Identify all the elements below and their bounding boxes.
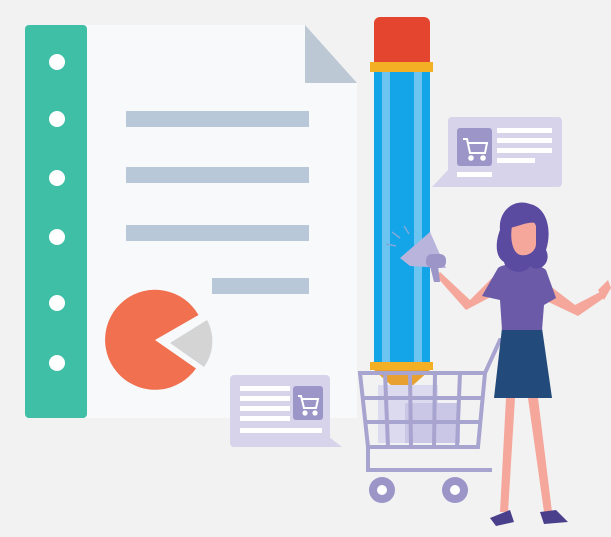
binder-hole	[49, 229, 65, 245]
text-line	[126, 167, 309, 183]
binder-hole	[49, 170, 65, 186]
bubble-line	[240, 396, 290, 401]
pencil	[370, 17, 433, 395]
woman-shoe	[490, 510, 514, 526]
cart-wheel	[369, 477, 395, 503]
pencil-band	[370, 62, 433, 72]
document-fold	[305, 25, 357, 83]
bubble-line	[240, 406, 290, 411]
pencil-eraser	[374, 17, 430, 67]
cart-wheel	[442, 477, 468, 503]
pencil-stripe	[414, 72, 422, 367]
bubble-line	[240, 386, 290, 391]
bubble-line	[497, 138, 552, 143]
speech-bubble-top	[432, 117, 562, 187]
woman-leg	[528, 398, 552, 512]
bubble-line	[497, 128, 552, 133]
text-line	[126, 225, 309, 241]
woman-leg	[500, 398, 515, 512]
woman-skirt	[494, 328, 552, 398]
woman-top	[482, 263, 556, 330]
document	[25, 25, 357, 418]
bubble-line	[457, 172, 492, 177]
binder-hole	[49, 111, 65, 127]
pencil-stripe	[382, 72, 390, 367]
cart-icon-bg	[293, 386, 323, 420]
woman	[436, 202, 611, 526]
woman-shoe	[540, 510, 568, 524]
text-line	[212, 278, 309, 294]
binder-hole	[49, 355, 65, 371]
speech-bubble-bottom	[230, 375, 342, 447]
binder-hole	[49, 295, 65, 311]
pencil-band	[370, 362, 433, 370]
megaphone-grip	[430, 266, 440, 282]
megaphone-handle	[426, 254, 446, 268]
bubble-line	[497, 158, 535, 163]
binder-hole	[49, 54, 65, 70]
text-line	[126, 111, 309, 127]
bubble-line	[497, 148, 552, 153]
bubble-line	[240, 416, 290, 421]
bubble-line	[240, 428, 322, 433]
marketing-illustration	[25, 17, 611, 526]
